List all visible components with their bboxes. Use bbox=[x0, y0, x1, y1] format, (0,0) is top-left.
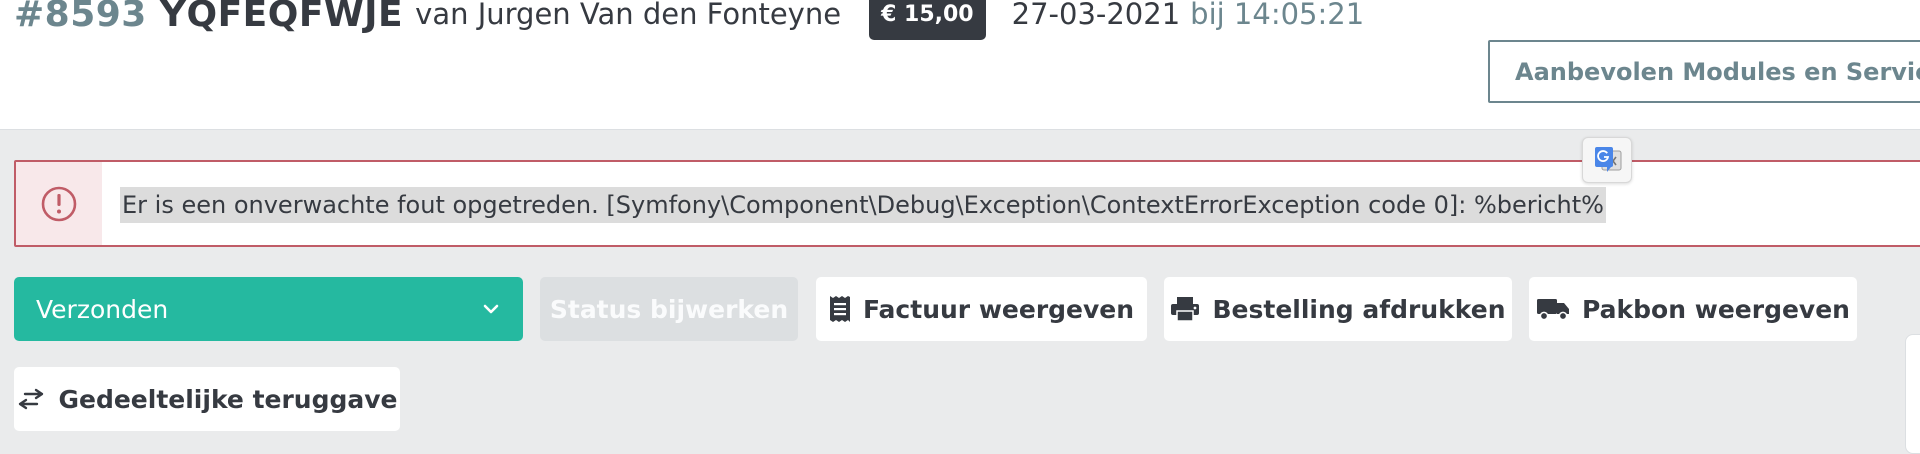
print-order-button[interactable]: Bestelling afdrukken bbox=[1164, 277, 1512, 341]
printer-icon bbox=[1170, 296, 1200, 322]
print-order-label: Bestelling afdrukken bbox=[1212, 294, 1506, 324]
view-packing-slip-button[interactable]: Pakbon weergeven bbox=[1529, 277, 1857, 341]
order-header: #8593 YQFEQFWJE van Jurgen Van den Fonte… bbox=[0, 0, 1920, 130]
order-title-line: #8593 YQFEQFWJE van Jurgen Van den Fonte… bbox=[14, 0, 1364, 40]
order-reference: YQFEQFWJE bbox=[159, 0, 404, 35]
recommended-modules-button[interactable]: Aanbevolen Modules en Services bbox=[1488, 40, 1920, 103]
view-packing-slip-label: Pakbon weergeven bbox=[1582, 294, 1850, 324]
order-total-badge: € 15,00 bbox=[869, 0, 986, 40]
order-time: bij 14:05:21 bbox=[1190, 0, 1365, 31]
order-date: 27-03-2021 bbox=[1011, 0, 1181, 31]
alert-message: Er is een onverwachte fout opgetreden. [… bbox=[120, 187, 1606, 223]
translate-popup-button[interactable] bbox=[1582, 137, 1632, 183]
order-status-select[interactable]: Verzonden bbox=[14, 277, 523, 341]
order-customer: van Jurgen Van den Fonteyne bbox=[415, 0, 842, 31]
swap-arrows-icon bbox=[16, 388, 46, 410]
chevron-down-icon bbox=[483, 304, 499, 314]
google-translate-icon bbox=[1595, 147, 1622, 172]
order-status-value: Verzonden bbox=[36, 294, 169, 324]
truck-icon bbox=[1536, 297, 1570, 321]
update-status-button[interactable]: Status bijwerken bbox=[540, 277, 798, 341]
order-title: #8593 YQFEQFWJE bbox=[14, 0, 403, 35]
receipt-icon bbox=[829, 295, 851, 323]
alert-circle-icon bbox=[41, 186, 77, 221]
side-panel-edge bbox=[1905, 334, 1920, 454]
order-number: #8593 bbox=[14, 0, 147, 35]
error-alert: Er is een onverwachte fout opgetreden. [… bbox=[14, 160, 1920, 247]
partial-refund-button[interactable]: Gedeeltelijke teruggave bbox=[14, 367, 400, 431]
view-invoice-button[interactable]: Factuur weergeven bbox=[816, 277, 1147, 341]
alert-icon-cell bbox=[16, 162, 102, 245]
view-invoice-label: Factuur weergeven bbox=[862, 294, 1135, 324]
partial-refund-label: Gedeeltelijke teruggave bbox=[58, 384, 398, 414]
